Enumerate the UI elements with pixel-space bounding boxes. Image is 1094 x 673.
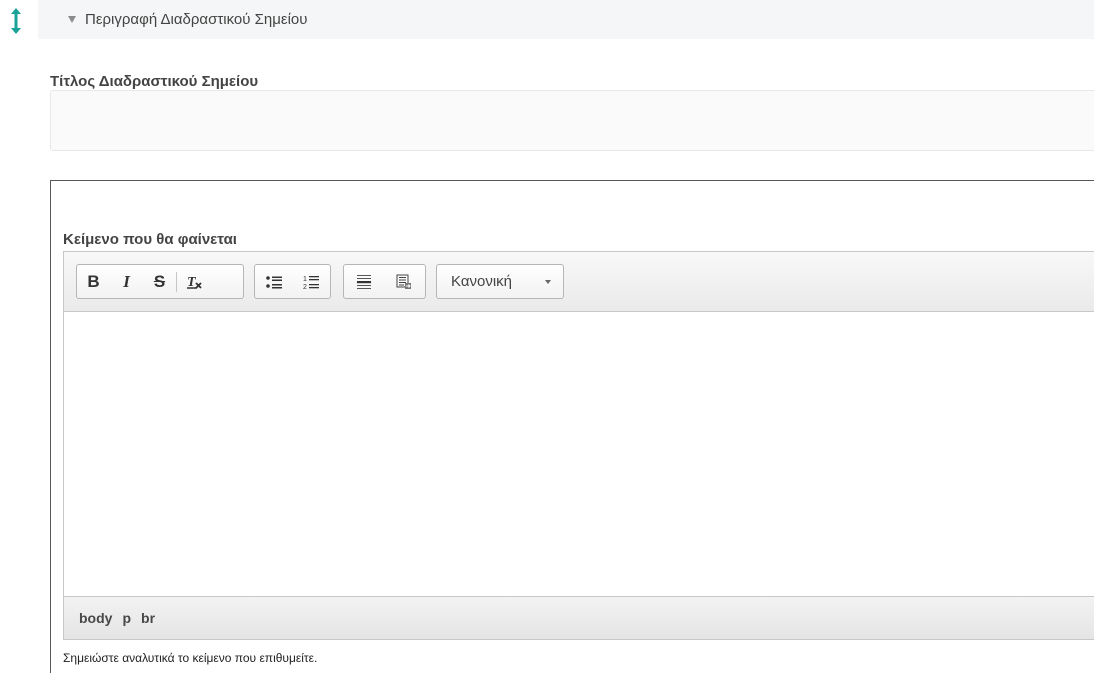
- numbered-list-button[interactable]: 1 2: [292, 265, 330, 298]
- lists-group: 1 2: [254, 264, 331, 299]
- paste-text-button[interactable]: [384, 265, 424, 298]
- remove-format-icon: T: [186, 275, 202, 290]
- paste-text-icon: [396, 274, 411, 289]
- caret-down-icon[interactable]: [68, 16, 76, 23]
- rich-text-editor: B I S T 1 2 Κανονική body p br: [63, 251, 1094, 640]
- numbered-list-icon: 1 2: [303, 275, 319, 290]
- format-dropdown[interactable]: Κανονική: [436, 264, 564, 299]
- remove-format-button[interactable]: T: [177, 265, 210, 298]
- bold-button[interactable]: B: [77, 265, 110, 298]
- editor-toolbar: B I S T 1 2 Κανονική: [64, 252, 1094, 312]
- group-header[interactable]: Περιγραφή Διαδραστικού Σημείου: [38, 0, 1094, 39]
- format-dropdown-value: Κανονική: [451, 273, 513, 290]
- basic-styles-group: B I S T: [76, 264, 244, 299]
- svg-text:2: 2: [303, 284, 307, 290]
- path-item-body[interactable]: body: [79, 610, 112, 626]
- bulleted-list-icon: [265, 275, 282, 288]
- horizontal-rule-button[interactable]: [344, 265, 384, 298]
- bulleted-list-button[interactable]: [255, 265, 292, 298]
- svg-text:1: 1: [303, 276, 307, 283]
- path-item-br[interactable]: br: [141, 610, 155, 626]
- path-item-p[interactable]: p: [122, 610, 131, 626]
- vertical-arrows-icon[interactable]: [10, 8, 22, 34]
- insert-group: [343, 264, 426, 299]
- strikethrough-button[interactable]: S: [143, 265, 176, 298]
- editor-content-area[interactable]: [64, 312, 1094, 597]
- element-path-bar: body p br: [64, 596, 1094, 639]
- text-field-label: Κείμενο που θα φαίνεται: [63, 231, 237, 248]
- italic-button[interactable]: I: [110, 265, 143, 298]
- horizontal-rule-icon: [357, 274, 371, 289]
- title-field-label: Τίτλος Διαδραστικού Σημείου: [50, 73, 259, 90]
- help-text: Σημειώστε αναλυτικά το κείμενο που επιθυ…: [63, 651, 318, 665]
- title-input[interactable]: [50, 90, 1094, 151]
- group-title: Περιγραφή Διαδραστικού Σημείου: [85, 11, 308, 28]
- chevron-down-icon: [545, 279, 551, 284]
